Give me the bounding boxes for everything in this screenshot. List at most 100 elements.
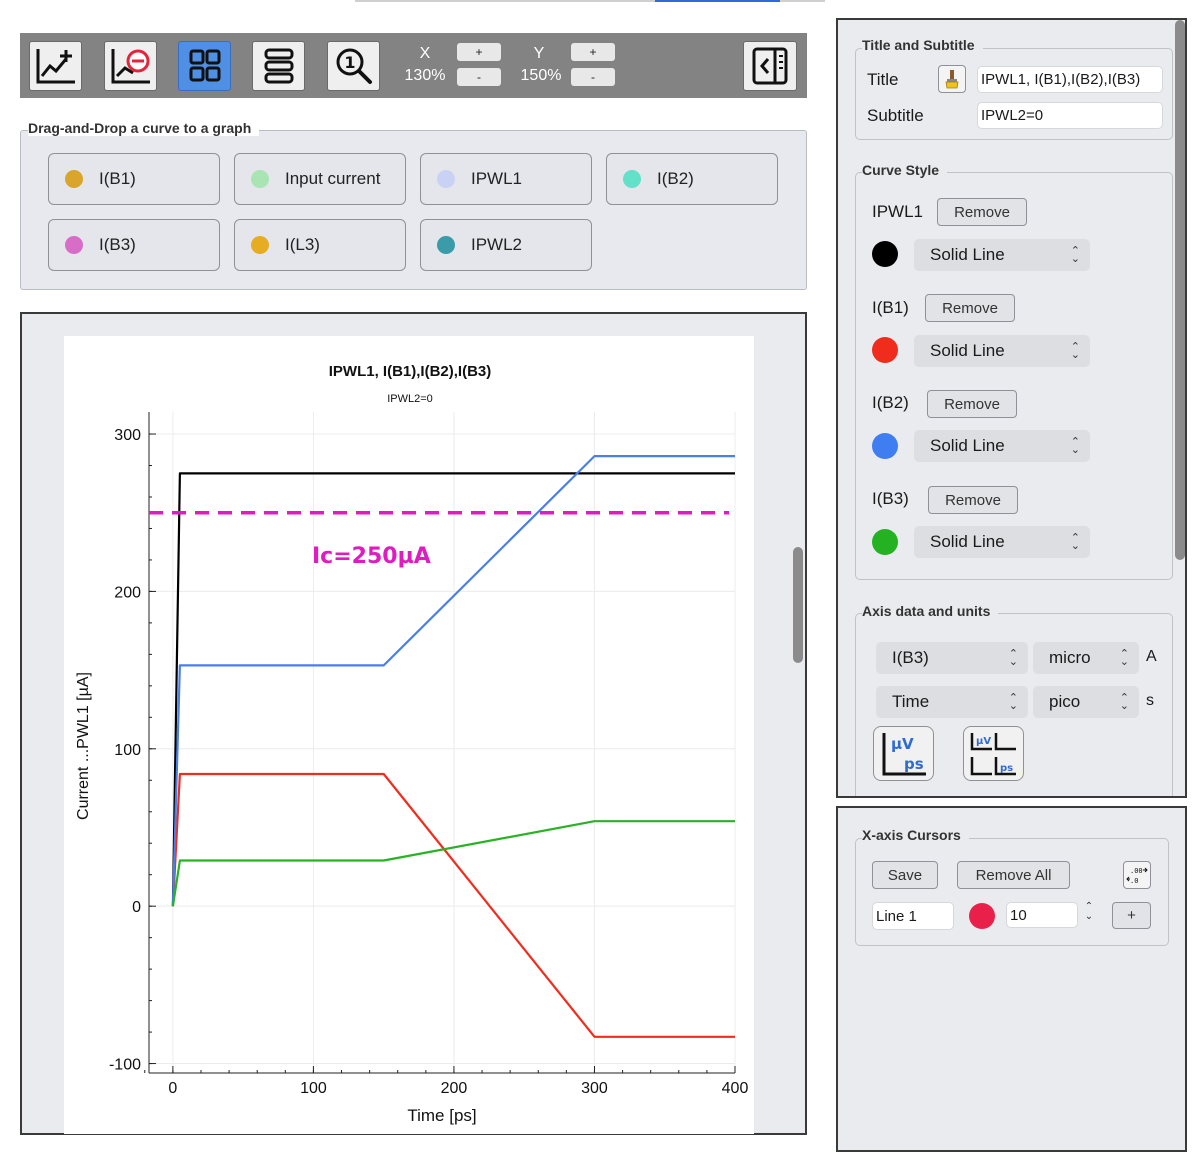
style-name-ipwl1: IPWL1 xyxy=(872,202,924,221)
chevron-updown-icon: ⌃ ⌄ xyxy=(1070,245,1080,265)
y-axis-unit: A xyxy=(1146,648,1157,665)
remove-ib2-button[interactable]: Remove xyxy=(927,390,1017,418)
x-tick-label: 100 xyxy=(300,1080,327,1097)
select-value: I(B3) xyxy=(892,648,929,667)
x-zoom-value: 130% xyxy=(404,67,446,84)
svg-text:µV: µV xyxy=(891,735,914,753)
graph-area: IPWL1, I(B1),I(B2),I(B3) IPWL2=0 0 100 200… xyxy=(20,312,807,1135)
grid-layout-button[interactable] xyxy=(178,41,231,91)
curve-color-dot xyxy=(65,170,83,188)
ib2-color-swatch[interactable] xyxy=(872,433,898,459)
chart-title: IPWL1, I(B1),I(B2),I(B3) xyxy=(329,363,492,380)
grid-layout-icon xyxy=(189,49,220,82)
x-zoom-out-button[interactable]: - xyxy=(457,68,501,86)
settings-panel: Title and Subtitle Title IPWL1, I(B1),I(… xyxy=(836,18,1187,798)
line-chart[interactable]: IPWL1, I(B1),I(B2),I(B3) IPWL2=0 0 100 200… xyxy=(64,336,754,1134)
settings-scrollbar[interactable] xyxy=(1175,20,1185,560)
x-tick-label: 200 xyxy=(441,1080,468,1097)
y-zoom-in-button[interactable]: + xyxy=(571,43,615,61)
x-tick-label: 0 xyxy=(168,1080,177,1097)
select-value: Solid Line xyxy=(930,436,1005,455)
add-graph-button[interactable] xyxy=(29,41,82,91)
chevron-updown-icon: ⌃ ⌄ xyxy=(1119,692,1129,712)
curve-chip-il3[interactable]: I(L3) xyxy=(234,219,406,271)
y-tick-label: -100 xyxy=(109,1057,141,1074)
svg-text:.00: .00 xyxy=(1130,867,1143,875)
select-value: micro xyxy=(1049,648,1091,667)
curve-style-group xyxy=(855,172,1173,580)
select-value: Solid Line xyxy=(930,532,1005,551)
remove-ib1-button[interactable]: Remove xyxy=(925,294,1015,322)
x-axis-label: Time [ps] xyxy=(407,1106,476,1125)
curve-chip-input-current[interactable]: Input current xyxy=(234,153,406,205)
cursor-color-swatch[interactable] xyxy=(969,903,995,929)
svg-text:1: 1 xyxy=(344,53,355,72)
zoom-reset-button[interactable]: 1 xyxy=(327,41,380,91)
save-cursor-button[interactable]: Save xyxy=(872,861,938,889)
select-value: Solid Line xyxy=(930,245,1005,264)
remove-all-cursors-button[interactable]: Remove All xyxy=(957,861,1070,889)
title-group-heading: Title and Subtitle xyxy=(862,37,983,53)
title-label: Title xyxy=(867,70,899,89)
curve-chip-label: IPWL2 xyxy=(471,235,523,254)
brush-icon xyxy=(945,70,959,89)
ib2-line-style-select[interactable]: Solid Line ⌃ ⌄ xyxy=(914,430,1090,462)
ib3-color-swatch[interactable] xyxy=(872,529,898,555)
curve-chip-ib3[interactable]: I(B3) xyxy=(48,219,220,271)
apply-units-button[interactable]: µV ps xyxy=(873,726,934,781)
title-format-button[interactable] xyxy=(938,65,966,93)
dnd-title: Drag-and-Drop a curve to a graph xyxy=(28,120,260,136)
add-cursor-button[interactable]: + xyxy=(1112,902,1151,929)
curve-color-dot xyxy=(251,170,269,188)
curve-chip-ib1[interactable]: I(B1) xyxy=(48,153,220,205)
graph-canvas[interactable]: IPWL1, I(B1),I(B2),I(B3) IPWL2=0 0 100 200… xyxy=(64,336,754,1134)
ipwl1-color-swatch[interactable] xyxy=(872,241,898,267)
axis-group-heading: Axis data and units xyxy=(862,603,999,619)
title-input[interactable]: IPWL1, I(B1),I(B2),I(B3) xyxy=(977,66,1163,93)
x-zoom-in-button[interactable]: + xyxy=(457,43,501,61)
unit-scale-icon: µV ps xyxy=(882,733,926,776)
grid-lines xyxy=(149,412,736,1073)
remove-graph-button[interactable] xyxy=(104,41,157,91)
curve-style-heading: Curve Style xyxy=(862,162,948,178)
chevron-updown-icon: ⌃ ⌄ xyxy=(1070,341,1080,361)
unit-scale-all-icon: µV ps xyxy=(970,733,1016,776)
ipwl1-line-style-select[interactable]: Solid Line ⌃ ⌄ xyxy=(914,239,1090,271)
x-axis-prefix-select[interactable]: pico ⌃ ⌄ xyxy=(1033,686,1139,718)
cursor-position-input[interactable]: 10 xyxy=(1006,902,1078,928)
x-tick-label: 300 xyxy=(581,1080,608,1097)
remove-graph-icon xyxy=(111,49,150,84)
curve-chip-ib2[interactable]: I(B2) xyxy=(606,153,778,205)
zoom-reset-icon: 1 xyxy=(336,48,372,84)
cursor-precision-button[interactable]: .00 .0 xyxy=(1123,861,1151,889)
cursor-name-input[interactable]: Line 1 xyxy=(872,902,954,930)
cursor-stepper[interactable]: ⌃ ⌄ xyxy=(1082,902,1096,928)
subtitle-input[interactable]: IPWL2=0 xyxy=(977,102,1163,129)
apply-units-all-button[interactable]: µV ps xyxy=(963,726,1024,781)
remove-ipwl1-button[interactable]: Remove xyxy=(937,198,1027,226)
remove-ib3-button[interactable]: Remove xyxy=(928,486,1018,514)
ib3-line-style-select[interactable]: Solid Line ⌃ ⌄ xyxy=(914,526,1090,558)
chart-subtitle: IPWL2=0 xyxy=(387,393,433,405)
y-axis-data-select[interactable]: I(B3) ⌃ ⌄ xyxy=(876,642,1028,674)
y-tick-label: 300 xyxy=(114,427,141,444)
collapse-panel-button[interactable] xyxy=(743,41,797,91)
chevron-updown-icon: ⌃ ⌄ xyxy=(1119,648,1129,668)
curve-color-dot xyxy=(251,236,269,254)
ib1-line-style-select[interactable]: Solid Line ⌃ ⌄ xyxy=(914,335,1090,367)
y-tick-label: 100 xyxy=(114,742,141,759)
curve-chip-ipwl2[interactable]: IPWL2 xyxy=(420,219,592,271)
curve-chip-label: I(B1) xyxy=(99,169,136,188)
graph-scrollbar[interactable] xyxy=(793,547,803,663)
curve-chip-ipwl1[interactable]: IPWL1 xyxy=(420,153,592,205)
curve-color-dot xyxy=(623,170,641,188)
y-zoom-out-button[interactable]: - xyxy=(571,68,615,86)
ib1-color-swatch[interactable] xyxy=(872,337,898,363)
x-axis-data-select[interactable]: Time ⌃ ⌄ xyxy=(876,686,1028,718)
select-value: pico xyxy=(1049,692,1081,711)
select-value: Time xyxy=(892,692,930,711)
curve-chip-label: I(L3) xyxy=(285,235,320,254)
y-axis-prefix-select[interactable]: micro ⌃ ⌄ xyxy=(1033,642,1139,674)
stacked-layout-button[interactable] xyxy=(252,41,305,91)
svg-text:µV: µV xyxy=(976,736,991,747)
